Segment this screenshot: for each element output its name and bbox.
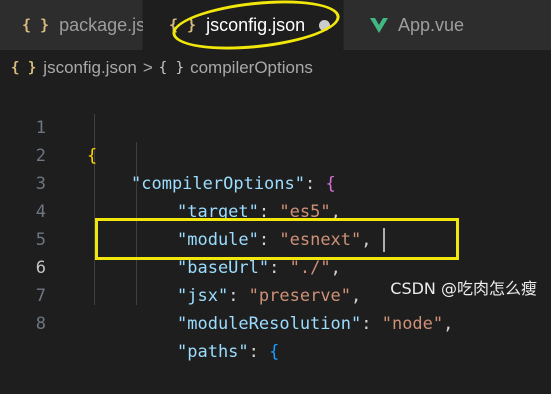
object-braces-icon: { } xyxy=(158,60,185,76)
breadcrumb-separator: > xyxy=(142,58,153,77)
code-line: 2 "compilerOptions": { xyxy=(0,114,551,194)
key-token: "moduleResolution" xyxy=(177,314,362,334)
tab-bar: { } package.json { } jsconfig.json App.v… xyxy=(0,0,551,50)
code-line: 1 { xyxy=(0,86,551,166)
json-braces-icon: { } xyxy=(22,16,50,34)
breadcrumb-file[interactable]: jsconfig.json xyxy=(43,58,137,78)
code-text: "paths": { xyxy=(177,338,279,366)
colon-token: : xyxy=(361,314,382,334)
watermark: CSDN @吃肉怎么瘦 xyxy=(390,279,537,298)
tab-app-vue[interactable]: App.vue xyxy=(344,0,551,50)
line-number: 8 xyxy=(35,314,46,334)
code-editor[interactable]: 1 { 2 "compilerOptions": { 3 "target": "… xyxy=(0,86,551,362)
breadcrumb-symbol[interactable]: compilerOptions xyxy=(190,58,313,78)
code-line: 4 "module": "esnext", xyxy=(0,170,551,250)
code-line: 3 "target": "es5", xyxy=(0,142,551,222)
code-text: "moduleResolution": "node", xyxy=(177,310,453,338)
vue-icon xyxy=(370,17,388,33)
comma-token: , xyxy=(443,314,454,334)
breadcrumb: { } jsconfig.json > { } compilerOptions xyxy=(0,56,313,80)
tab-package-json[interactable]: { } package.json xyxy=(0,0,165,50)
colon-token: : xyxy=(248,342,270,362)
key-token: "paths" xyxy=(177,342,249,362)
annotation-rectangle xyxy=(95,218,459,260)
brace-token: { xyxy=(269,342,280,362)
string-token: "node" xyxy=(381,314,444,334)
tab-label: App.vue xyxy=(398,14,465,35)
json-braces-icon: { } xyxy=(11,60,37,76)
